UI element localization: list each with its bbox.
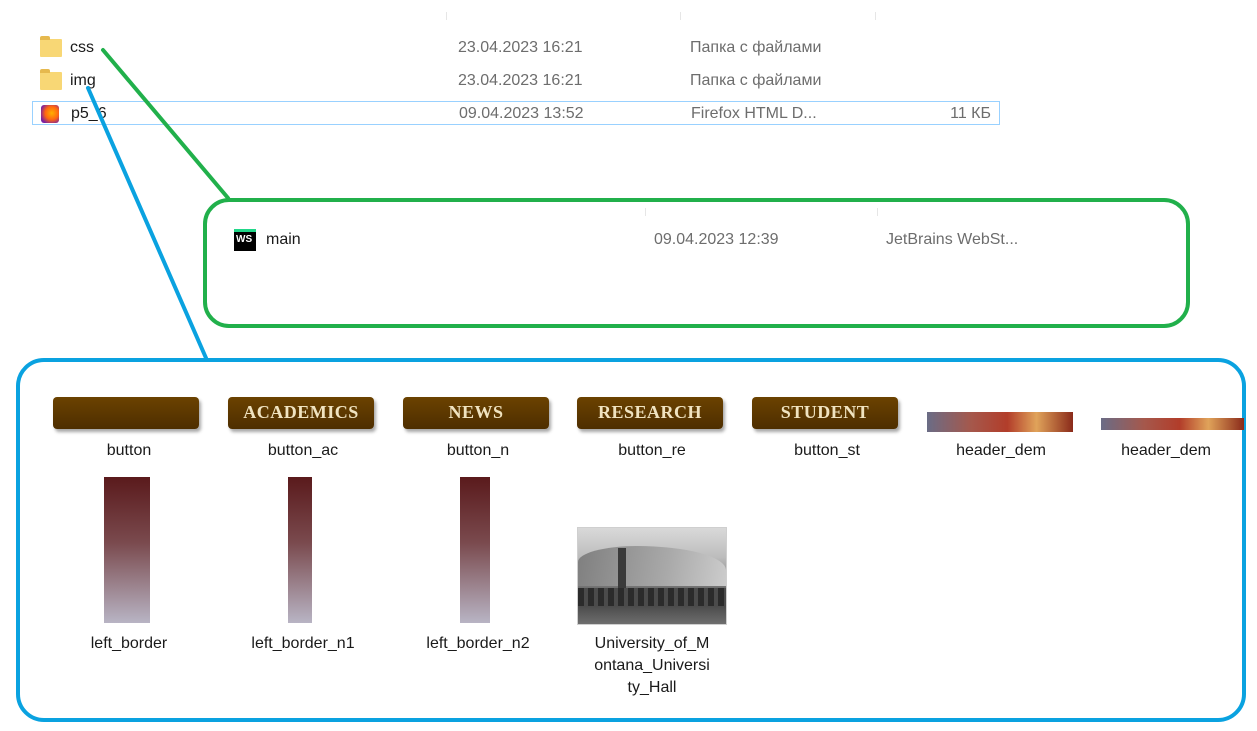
file-caption: button_st [794,442,860,459]
column-divider[interactable] [645,208,646,216]
file-caption: header_dem [956,442,1046,459]
button-ac-thumbnail[interactable]: ACADEMICS [228,397,374,429]
file-row-main[interactable]: WS main 09.04.2023 12:39 JetBrains WebSt… [234,228,1134,252]
left-border-n2-thumbnail[interactable] [460,477,490,623]
file-caption: button_n [446,442,510,459]
photo-hill [578,546,726,586]
photo-trees [578,588,726,606]
file-name: main [266,231,301,248]
file-caption: left_border [90,635,168,652]
file-caption: button_re [618,442,686,459]
button-st-thumbnail[interactable]: STUDENT [752,397,898,429]
file-caption: header_dem [1121,442,1211,459]
button-thumbnail[interactable] [53,397,199,429]
file-caption: left_border_n2 [426,635,530,652]
file-date: 09.04.2023 12:39 [654,231,779,248]
file-type: JetBrains WebSt... [886,231,1019,248]
file-caption: left_border_n1 [251,635,355,652]
webstorm-icon: WS [234,229,256,251]
header-dem-thumbnail[interactable] [927,412,1073,432]
file-caption: button_ac [267,442,339,459]
button-n-thumbnail[interactable]: NEWS [403,397,549,429]
css-folder-callout [203,198,1190,328]
file-caption: button [106,442,152,459]
left-border-n1-thumbnail[interactable] [288,477,312,623]
button-re-thumbnail[interactable]: RESEARCH [577,397,723,429]
file-caption: University_of_M ontana_Universi ty_Hall [594,635,710,696]
header-dem-thumbnail[interactable] [1101,418,1244,430]
css-connector-line [101,48,230,200]
university-hall-thumbnail[interactable] [577,527,727,625]
img-connector-line [86,86,208,360]
column-divider[interactable] [877,208,878,216]
left-border-thumbnail[interactable] [104,477,150,623]
